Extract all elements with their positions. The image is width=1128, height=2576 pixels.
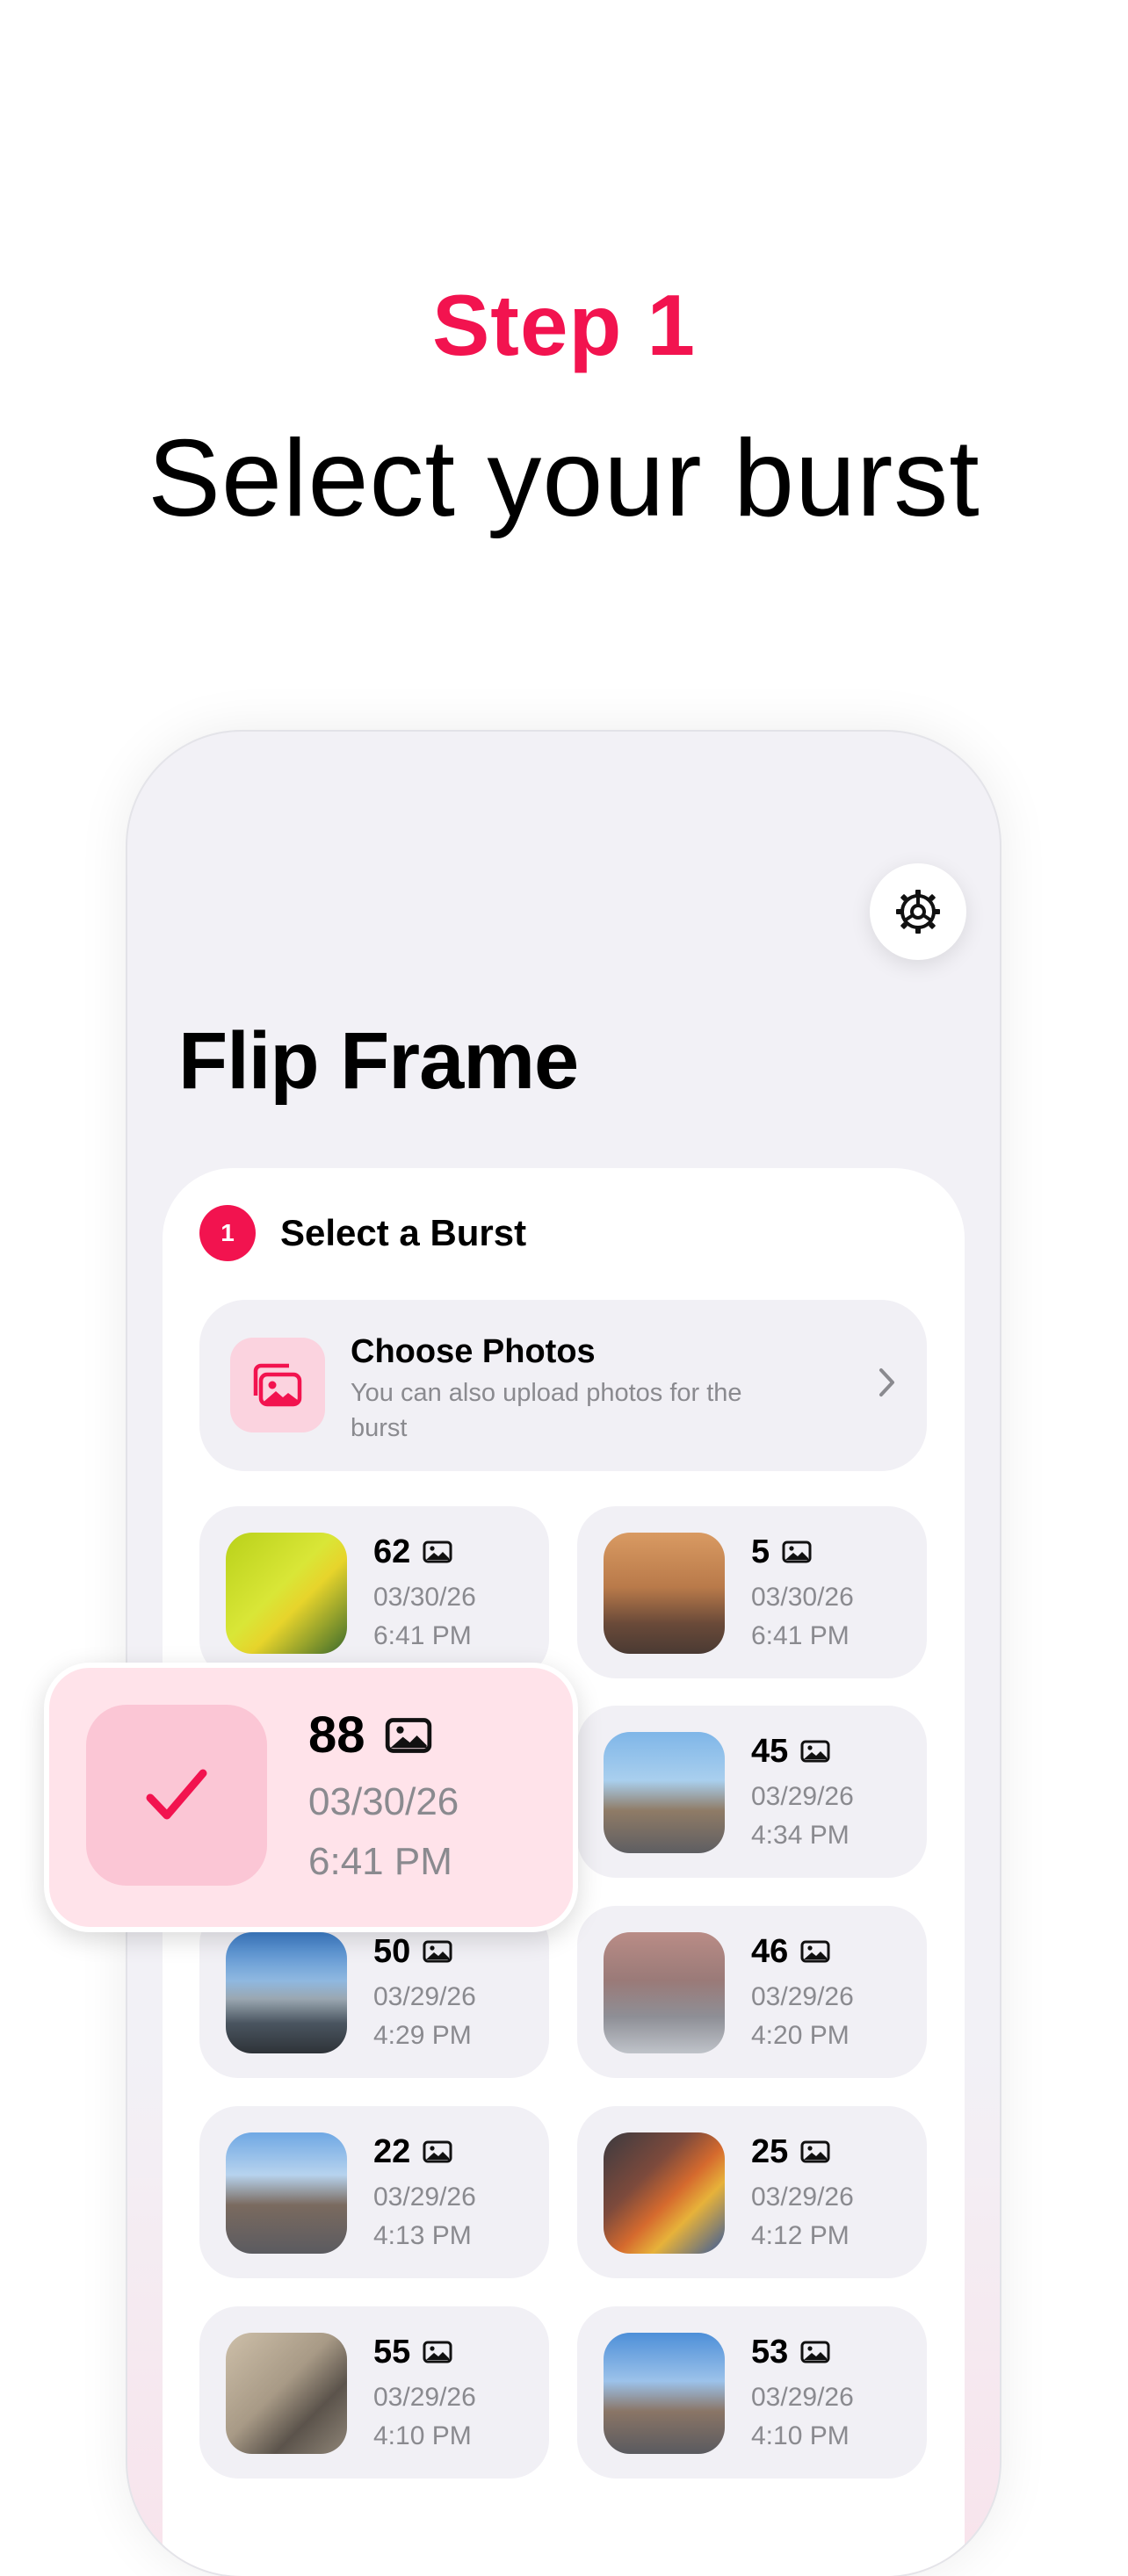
burst-thumbnail	[604, 1932, 725, 2053]
burst-date: 03/30/26	[373, 1583, 476, 1612]
step-number-badge: 1	[199, 1205, 256, 1261]
burst-time: 4:13 PM	[373, 2221, 472, 2250]
burst-tile[interactable]: 5 03/30/26 6:41 PM	[577, 1506, 927, 1678]
section-title: Select a Burst	[280, 1212, 527, 1253]
burst-date: 03/29/26	[751, 2183, 854, 2212]
step-label: Step 1	[431, 277, 697, 373]
burst-count: 22	[373, 2133, 411, 2170]
choose-photos-subtitle: You can also upload photos for the burst	[351, 1379, 742, 1442]
choose-photos-button[interactable]: Choose Photos You can also upload photos…	[199, 1300, 927, 1471]
burst-count: 53	[751, 2334, 789, 2370]
checkmark-icon	[146, 1769, 207, 1820]
app-title: Flip Frame	[178, 1016, 579, 1106]
burst-date: 03/30/26	[751, 1583, 854, 1612]
selected-burst-tile[interactable]: 88 03/30/26 6:41 PM	[44, 1663, 578, 1932]
burst-count: 46	[751, 1933, 789, 1970]
burst-count: 45	[751, 1733, 789, 1770]
burst-count: 62	[373, 1533, 411, 1570]
burst-date: 03/29/26	[751, 1982, 854, 2011]
selected-check-tile	[86, 1705, 267, 1886]
burst-tile[interactable]: 55 03/29/26 4:10 PM	[199, 2306, 549, 2479]
burst-thumbnail	[226, 1932, 347, 2053]
burst-tile[interactable]: 53 03/29/26 4:10 PM	[577, 2306, 927, 2479]
burst-tile[interactable]: 25 03/29/26 4:12 PM	[577, 2106, 927, 2278]
selected-burst-date: 03/30/26	[308, 1780, 459, 1823]
burst-tile[interactable]: 62 03/30/26 6:41 PM	[199, 1506, 549, 1678]
image-icon	[423, 1541, 452, 1563]
burst-time: 6:41 PM	[373, 1621, 472, 1650]
image-icon	[423, 2341, 452, 2363]
burst-time: 4:34 PM	[751, 1821, 850, 1850]
burst-date: 03/29/26	[373, 1982, 476, 2011]
burst-time: 4:29 PM	[373, 2021, 472, 2050]
burst-time: 4:10 PM	[751, 2421, 850, 2450]
burst-tile[interactable]: 46 03/29/26 4:20 PM	[577, 1906, 927, 2078]
burst-count: 5	[751, 1533, 770, 1570]
burst-count: 50	[373, 1933, 411, 1970]
choose-photos-title: Choose Photos	[351, 1333, 596, 1370]
burst-count: 25	[751, 2133, 789, 2170]
photos-icon	[253, 1363, 302, 1407]
burst-date: 03/29/26	[373, 2383, 476, 2412]
image-icon	[800, 1940, 830, 1963]
burst-time: 4:10 PM	[373, 2421, 472, 2450]
chevron-right-icon	[879, 1368, 894, 1396]
burst-date: 03/29/26	[751, 2383, 854, 2412]
burst-tile[interactable]: 45 03/29/26 4:34 PM	[577, 1706, 927, 1878]
image-icon	[800, 1740, 830, 1763]
burst-time: 4:20 PM	[751, 2021, 850, 2050]
image-icon	[423, 2140, 452, 2163]
headline: Select your burst	[148, 418, 980, 539]
image-icon	[385, 1718, 431, 1753]
gear-icon	[896, 890, 940, 934]
selected-burst-time: 6:41 PM	[308, 1840, 452, 1883]
settings-button[interactable]	[870, 863, 966, 960]
burst-thumbnail	[604, 2333, 725, 2454]
burst-thumbnail	[604, 1732, 725, 1853]
image-icon	[782, 1541, 812, 1563]
burst-thumbnail	[604, 2132, 725, 2254]
burst-date: 03/29/26	[373, 2183, 476, 2212]
burst-thumbnail	[226, 1533, 347, 1654]
selected-burst-count: 88	[308, 1707, 365, 1764]
burst-thumbnail	[226, 2333, 347, 2454]
image-icon	[800, 2140, 830, 2163]
burst-thumbnail	[226, 2132, 347, 2254]
section-header: 1 Select a Burst	[199, 1205, 526, 1261]
burst-time: 4:12 PM	[751, 2221, 850, 2250]
burst-tile[interactable]: 22 03/29/26 4:13 PM	[199, 2106, 549, 2278]
image-icon	[423, 1940, 452, 1963]
burst-time: 6:41 PM	[751, 1621, 850, 1650]
burst-date: 03/29/26	[751, 1782, 854, 1811]
image-icon	[800, 2341, 830, 2363]
burst-count: 55	[373, 2334, 411, 2370]
photos-icon-tile	[230, 1338, 325, 1432]
phone-mockup: Flip Frame 1 Select a Burst Choose Photo…	[127, 732, 1000, 2576]
burst-thumbnail	[604, 1533, 725, 1654]
